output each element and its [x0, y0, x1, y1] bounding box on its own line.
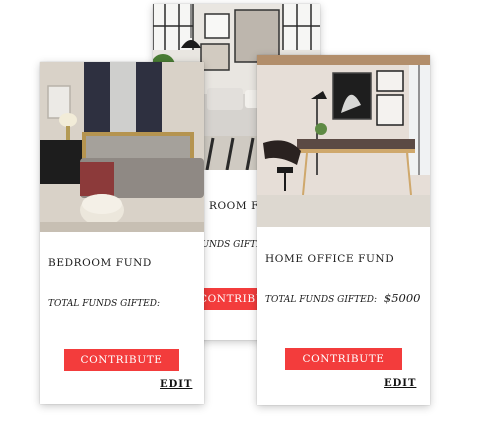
bedroom-fund-card: BEDROOM FUND TOTAL FUNDS GIFTED: CONTRIB… — [40, 62, 204, 404]
home-office-fund-card: HOME OFFICE FUND TOTAL FUNDS GIFTED: $50… — [257, 55, 430, 405]
total-funds-label: TOTAL FUNDS GIFTED: — [265, 295, 377, 305]
total-funds-amount: $5000 — [383, 291, 421, 305]
bedroom-photo — [40, 62, 204, 232]
total-funds-gifted: TOTAL FUNDS GIFTED: — [48, 295, 164, 309]
card-title: HOME OFFICE FUND — [265, 253, 395, 265]
card-title: BEDROOM FUND — [48, 257, 152, 269]
total-funds-gifted: TOTAL FUNDS GIFTED: $5000 — [265, 291, 420, 305]
edit-link[interactable]: EDIT — [384, 378, 416, 389]
total-funds-label: TOTAL FUNDS GIFTED: — [48, 299, 160, 309]
contribute-button[interactable]: CONTRIBUTE — [285, 348, 402, 370]
edit-link[interactable]: EDIT — [160, 379, 192, 390]
contribute-button[interactable]: CONTRIBUTE — [64, 349, 179, 371]
fund-cards-stage: LIVING ROOM FUND TOTAL FUNDS GIFTED: CON… — [0, 0, 490, 448]
home-office-photo — [257, 55, 430, 227]
